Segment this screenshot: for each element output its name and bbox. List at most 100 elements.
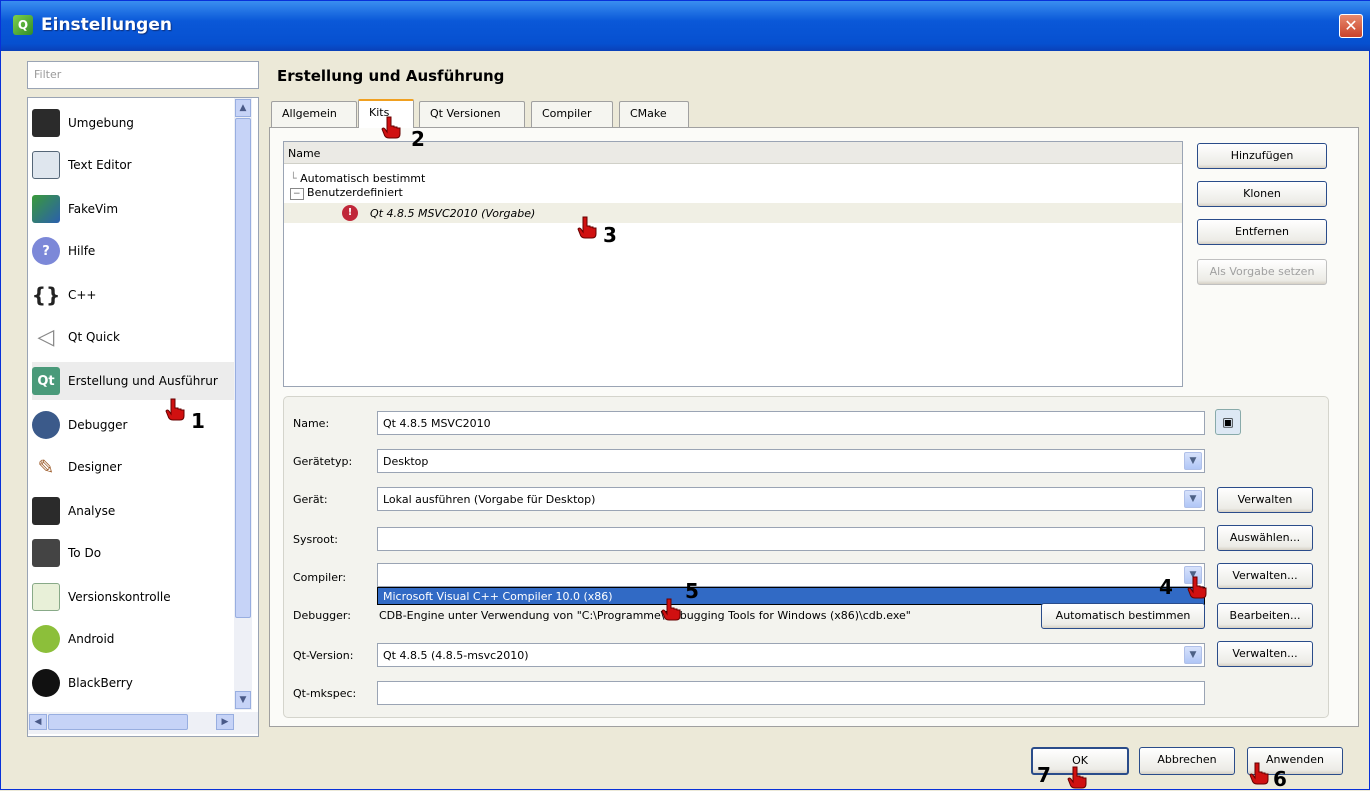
close-button[interactable]: ✕ [1339, 14, 1363, 38]
tree-node-label: Benutzerdefiniert [307, 186, 403, 199]
name-field[interactable]: Qt 4.8.5 MSVC2010 [377, 411, 1205, 435]
category-label: Qt Quick [68, 330, 120, 344]
name-label: Name: [293, 417, 330, 430]
category-label: Versionskontrolle [68, 590, 171, 604]
clone-button[interactable]: Klonen [1197, 181, 1327, 207]
category-erstellung[interactable]: Qt Erstellung und Ausführur [32, 362, 234, 400]
device-type-select[interactable]: Desktop ▼ [377, 449, 1205, 473]
build-run-icon: Qt [32, 367, 60, 395]
category-designer[interactable]: ✎ Designer [32, 448, 232, 486]
qt-version-select[interactable]: Qt 4.8.5 (4.8.5-msvc2010) ▼ [377, 643, 1205, 667]
device-select[interactable]: Lokal ausführen (Vorgabe für Desktop) ▼ [377, 487, 1205, 511]
tree-node-label: Qt 4.8.5 MSVC2010 (Vorgabe) [370, 207, 536, 220]
tab-allgemein[interactable]: Allgemein [271, 101, 357, 127]
todo-icon [32, 539, 60, 567]
chevron-down-icon[interactable]: ▼ [1184, 646, 1202, 664]
android-icon [32, 625, 60, 653]
qt-version-label: Qt-Version: [293, 649, 354, 662]
choose-sysroot-button[interactable]: Auswählen... [1217, 525, 1313, 551]
scroll-right-icon[interactable]: ▶ [216, 714, 234, 730]
pointer-hand-icon [1249, 762, 1269, 785]
scroll-down-icon[interactable]: ▼ [235, 691, 251, 709]
manage-compiler-button[interactable]: Verwalten... [1217, 563, 1313, 589]
debugger-value: CDB-Engine unter Verwendung von "C:\Prog… [379, 609, 911, 622]
compiler-select[interactable]: ▼ [377, 563, 1205, 587]
category-label: C++ [68, 288, 97, 302]
category-umgebung[interactable]: Umgebung [32, 104, 232, 142]
category-blackberry[interactable]: BlackBerry [32, 664, 232, 702]
mkspec-field[interactable] [377, 681, 1205, 705]
collapse-icon: − [290, 188, 304, 200]
designer-icon: ✎ [37, 455, 55, 479]
help-icon: ? [32, 237, 60, 265]
category-horizontal-scrollbar[interactable]: ◀ ▶ [28, 712, 258, 734]
scroll-left-icon[interactable]: ◀ [29, 714, 47, 730]
pointer-hand-icon [1187, 576, 1207, 599]
cpp-braces-icon: {} [31, 283, 61, 307]
qt-quick-icon: ◁ [37, 324, 55, 350]
version-control-icon [32, 583, 60, 611]
tree-node-auto[interactable]: └ Automatisch bestimmt [290, 172, 425, 185]
category-versionskontrolle[interactable]: Versionskontrolle [32, 578, 232, 616]
category-label: Umgebung [68, 116, 134, 130]
sysroot-label: Sysroot: [293, 533, 338, 546]
annotation-number: 1 [191, 409, 205, 433]
pointer-hand-icon [165, 398, 185, 421]
kit-details-form [283, 396, 1329, 718]
select-value: Desktop [383, 455, 429, 468]
auto-detect-button[interactable]: Automatisch bestimmen [1041, 603, 1205, 629]
device-type-label: Gerätetyp: [293, 455, 353, 468]
tab-compiler[interactable]: Compiler [531, 101, 613, 127]
tab-qt-versionen[interactable]: Qt Versionen [419, 101, 525, 127]
analyze-icon [32, 497, 60, 525]
category-text-editor[interactable]: Text Editor [32, 146, 232, 184]
tree-node-user[interactable]: − Benutzerdefiniert [290, 186, 403, 200]
annotation-number: 2 [411, 127, 425, 151]
category-android[interactable]: Android [32, 620, 232, 658]
category-analyse[interactable]: Analyse [32, 492, 232, 530]
page-title: Erstellung und Ausführung [277, 67, 505, 85]
device-label: Gerät: [293, 493, 328, 506]
annotation-number: 7 [1037, 763, 1051, 787]
mkspec-label: Qt-mkspec: [293, 687, 357, 700]
category-todo[interactable]: To Do [32, 534, 232, 572]
scrollbar-thumb[interactable] [235, 118, 251, 618]
category-label: Hilfe [68, 244, 96, 258]
chevron-down-icon[interactable]: ▼ [1184, 490, 1202, 508]
tree-node-kit[interactable]: ! Qt 4.8.5 MSVC2010 (Vorgabe) [284, 203, 1182, 223]
cancel-button[interactable]: Abbrechen [1139, 747, 1235, 775]
category-label: Analyse [68, 504, 116, 518]
tree-branch-icon: └ [290, 172, 301, 185]
select-value: Lokal ausführen (Vorgabe für Desktop) [383, 493, 596, 506]
category-label: Erstellung und Ausführur [68, 374, 218, 388]
category-list: Umgebung Text Editor FakeVim ? Hilfe {} … [27, 97, 259, 737]
add-button[interactable]: Hinzufügen [1197, 143, 1327, 169]
tab-cmake[interactable]: CMake [619, 101, 689, 127]
filter-input[interactable]: Filter [27, 61, 259, 89]
scroll-up-icon[interactable]: ▲ [235, 99, 251, 117]
category-label: To Do [68, 546, 102, 560]
category-label: Android [68, 632, 115, 646]
device-icon-button[interactable]: ▣ [1215, 409, 1241, 435]
manage-qt-version-button[interactable]: Verwalten... [1217, 641, 1313, 667]
qt-creator-app-icon: Q [13, 15, 33, 35]
fakevim-icon [32, 195, 60, 223]
pointer-hand-icon [577, 216, 597, 239]
category-fakevim[interactable]: FakeVim [32, 190, 232, 228]
annotation-number: 3 [603, 223, 617, 247]
chevron-down-icon[interactable]: ▼ [1184, 452, 1202, 470]
category-qt-quick[interactable]: ◁ Qt Quick [32, 318, 232, 356]
manage-device-button[interactable]: Verwalten [1217, 487, 1313, 513]
category-vertical-scrollbar[interactable]: ▲ ▼ [234, 98, 252, 710]
category-hilfe[interactable]: ? Hilfe [32, 232, 232, 270]
text-editor-icon [32, 151, 60, 179]
category-cpp[interactable]: {} C++ [32, 276, 232, 314]
compiler-label: Compiler: [293, 571, 347, 584]
edit-debugger-button[interactable]: Bearbeiten... [1217, 603, 1313, 629]
remove-button[interactable]: Entfernen [1197, 219, 1327, 245]
sysroot-field[interactable] [377, 527, 1205, 551]
title-bar[interactable]: Q Einstellungen ✕ [1, 1, 1370, 51]
settings-dialog: Q Einstellungen ✕ Filter Umgebung Text E… [0, 0, 1370, 791]
set-default-button[interactable]: Als Vorgabe setzen [1197, 259, 1327, 285]
scrollbar-thumb[interactable] [48, 714, 188, 730]
